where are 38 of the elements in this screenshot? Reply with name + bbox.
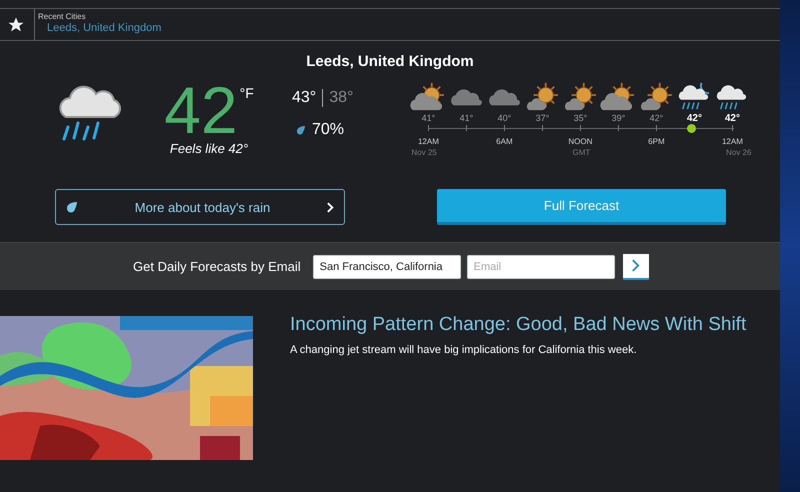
date-label: Nov 25 bbox=[411, 148, 437, 157]
temperature-unit: °F bbox=[240, 85, 254, 101]
location-title: Leeds, United Kingdom bbox=[305, 53, 475, 70]
hourly-temperature: 39° bbox=[612, 113, 626, 123]
star-icon[interactable] bbox=[7, 16, 25, 34]
article-title-link[interactable]: Incoming Pattern Change: Good, Bad News With Shift bbox=[290, 314, 746, 336]
hourly-temperature: 41° bbox=[422, 113, 436, 123]
location-input[interactable]: San Francisco, California bbox=[312, 254, 461, 278]
recent-city-link[interactable]: Leeds, United Kingdom bbox=[47, 22, 162, 34]
time-label: NOON bbox=[568, 137, 592, 146]
chevron-right-icon bbox=[631, 259, 640, 272]
hourly-temperature: 40° bbox=[498, 113, 512, 123]
precipitation-chance: 70% bbox=[312, 121, 344, 139]
high-temperature: 43° bbox=[292, 89, 324, 107]
raindrop-icon bbox=[296, 125, 306, 135]
raindrop-icon bbox=[66, 201, 78, 213]
hourly-temperature: 42° bbox=[686, 113, 702, 124]
hourly-temperature: 42° bbox=[724, 113, 740, 124]
date-label: Nov 26 bbox=[726, 148, 752, 157]
feels-like-text: Feels like 42° bbox=[170, 141, 248, 156]
time-label: 6AM bbox=[496, 137, 513, 146]
low-temperature: 38° bbox=[328, 89, 354, 107]
hourly-temperature: 35° bbox=[574, 113, 588, 123]
time-label: 12AM bbox=[722, 137, 743, 146]
chevron-right-icon bbox=[327, 202, 334, 212]
time-label: 12AM bbox=[418, 137, 439, 146]
email-signup-label: Get Daily Forecasts by Email bbox=[133, 259, 301, 274]
current-temperature: 42 bbox=[164, 79, 238, 141]
time-label: 6PM bbox=[648, 137, 665, 146]
email-input[interactable]: Email bbox=[466, 254, 615, 278]
recent-cities-label: Recent Cities bbox=[38, 12, 87, 21]
article-summary: A changing jet stream will have big implications for California this week. bbox=[290, 344, 638, 356]
hourly-temperature: 41° bbox=[460, 113, 474, 123]
hourly-temperature: 42° bbox=[650, 113, 664, 123]
rain-details-button[interactable]: More about today's rain bbox=[55, 189, 345, 225]
hourly-temperature: 37° bbox=[536, 113, 550, 123]
date-label: GMT bbox=[572, 148, 590, 157]
submit-button[interactable] bbox=[622, 254, 649, 280]
